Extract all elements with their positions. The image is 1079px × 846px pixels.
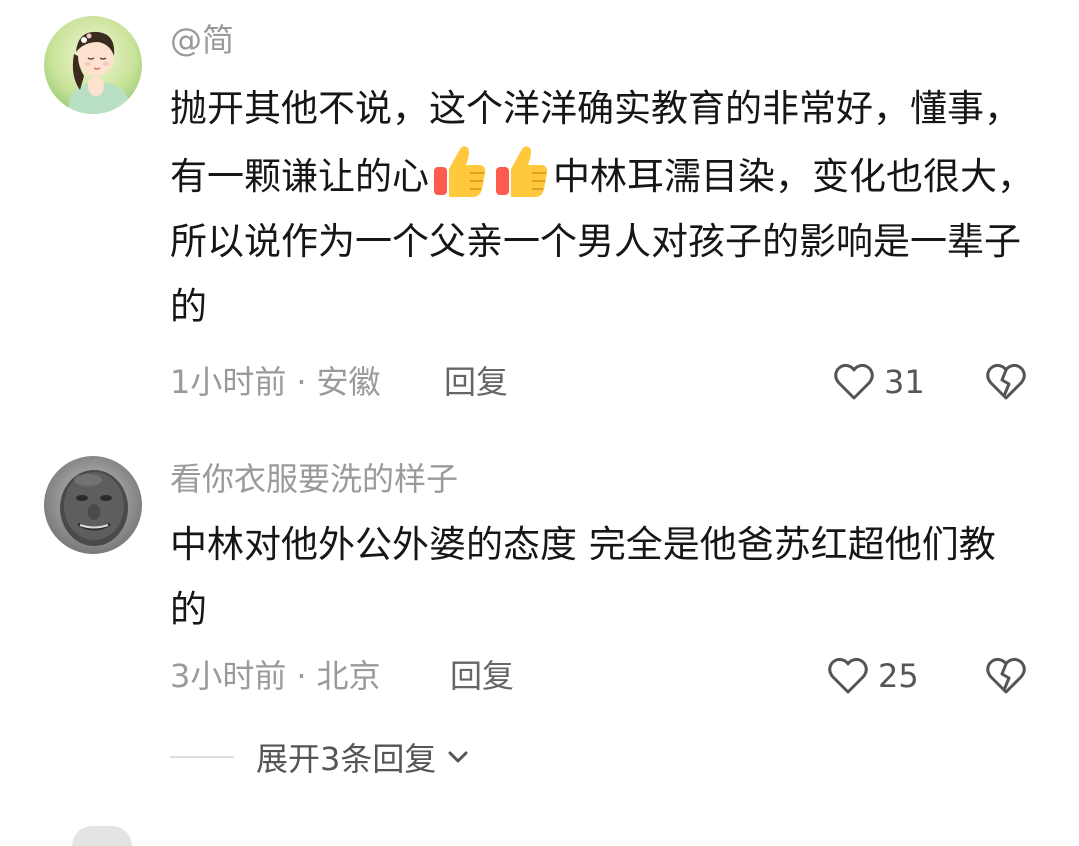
chevron-down-icon (448, 751, 468, 763)
comment-time: 3小时前 (170, 657, 287, 695)
expand-replies-button[interactable]: 展开3条回复 (256, 734, 472, 780)
avatar[interactable] (44, 456, 142, 554)
heart-outline-icon (828, 657, 868, 694)
like-count: 25 (878, 657, 919, 695)
dislike-button[interactable] (984, 654, 1028, 698)
comment-meta: 3小时前 · 北京 (170, 656, 381, 696)
expand-replies-row: 展开3条回复 (170, 735, 472, 779)
next-comment-avatar (72, 826, 132, 846)
reply-button[interactable]: 回复 (450, 656, 514, 696)
comment-location: 北京 (316, 657, 381, 695)
divider (170, 756, 234, 758)
broken-heart-icon (986, 657, 1026, 694)
meta-separator: · (296, 657, 307, 695)
comment-username[interactable]: 看你衣服要洗的样子 (170, 459, 458, 499)
expand-replies-label: 展开3条回复 (256, 740, 437, 778)
comment-item: 看你衣服要洗的样子 中林对他外公外婆的态度 完全是他爸苏红超他们教的 3小时前 ·… (0, 0, 1079, 720)
comment-text: 中林对他外公外婆的态度 完全是他爸苏红超他们教的 (170, 523, 996, 631)
like-button[interactable]: 25 (826, 654, 919, 698)
